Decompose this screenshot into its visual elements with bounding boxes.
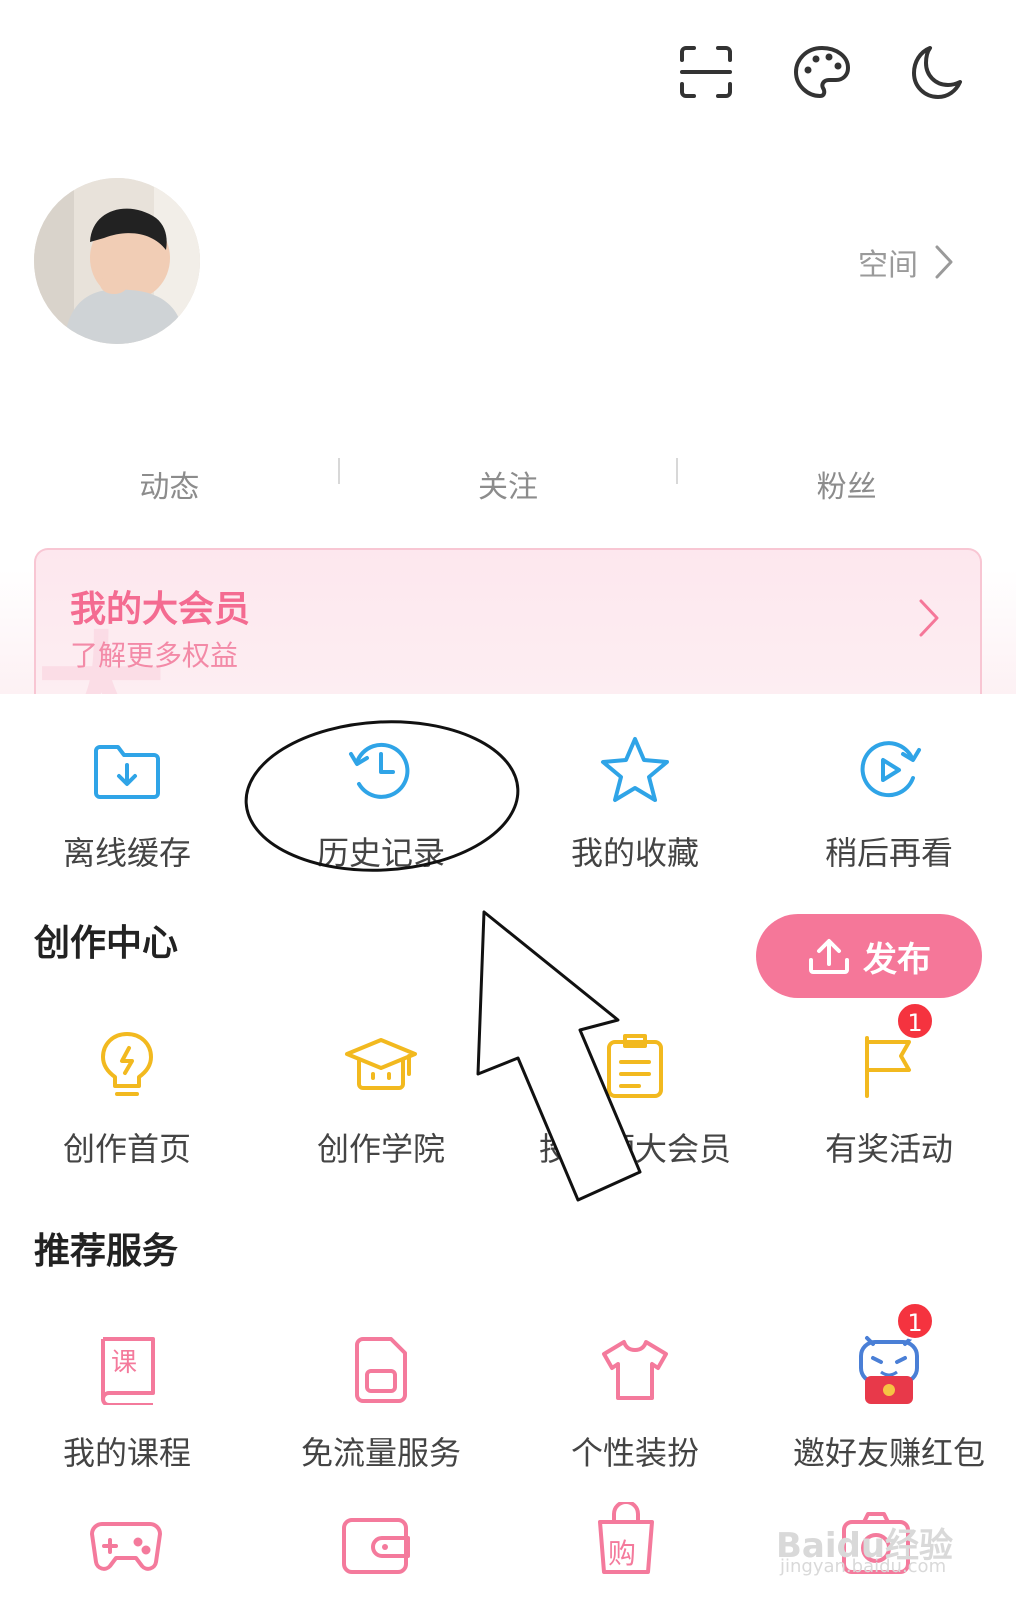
stat-following[interactable]: 关注 [339,458,678,518]
space-label: 空间 [858,248,918,283]
stats-row: 动态 关注 粉丝 [0,458,1016,518]
notification-badge: 1 [896,1002,934,1040]
service-label: 邀好友赚红包 [792,1434,985,1472]
service-free-data[interactable]: 免流量服务 [254,1330,508,1474]
course-glyph: 课 [111,1348,138,1378]
quick-action-label: 我的收藏 [570,834,699,872]
quick-action-label: 稍后再看 [824,834,953,872]
service-label: 免流量服务 [300,1434,461,1472]
vip-title: 我的大会员 [70,589,251,630]
quick-action-label: 离线缓存 [62,834,191,872]
vip-card[interactable]: 大 我的大会员 了解更多权益 [34,548,982,698]
stat-fans[interactable]: 粉丝 [677,458,1016,518]
clipboard-icon [595,1026,675,1106]
avatar[interactable] [34,178,200,344]
service-invite-friends[interactable]: 邀好友赚红包 [762,1330,1016,1474]
scan-icon[interactable] [674,40,738,104]
service-my-courses[interactable]: 课 我的课程 [0,1330,254,1474]
vip-subtitle: 了解更多权益 [70,639,239,672]
history-icon [341,730,421,810]
stat-divider [676,458,678,484]
creation-home[interactable]: 创作首页 [0,1026,254,1170]
watch-later-icon [849,730,929,810]
upload-icon [809,939,849,974]
publish-label: 发布 [863,939,931,980]
space-link[interactable]: 空间 [858,240,954,284]
shopping-bag-icon[interactable]: 购 [592,1500,660,1576]
palette-icon[interactable] [790,40,854,104]
baidu-watermark-url: jingyan.baidu.com [780,1556,947,1577]
publish-button[interactable]: 发布 [756,914,982,998]
service-label: 个性装扮 [570,1434,699,1472]
sim-card-icon [341,1330,421,1410]
moon-icon[interactable] [904,40,968,104]
shopping-glyph: 购 [608,1537,637,1570]
favorite-star-icon [595,730,675,810]
gamepad-icon[interactable] [88,1506,164,1576]
mascot-redpacket-icon [849,1330,929,1410]
stat-dynamics[interactable]: 动态 [0,458,339,518]
creation-label: 投稿领大会员 [538,1130,731,1168]
creation-events[interactable]: 有奖活动 [762,1026,1016,1170]
chevron-right-icon [919,599,939,637]
quick-action-label: 历史记录 [316,834,445,872]
quick-watch-later[interactable]: 稍后再看 [762,730,1016,874]
services-section-title: 推荐服务 [34,1231,179,1272]
creation-label: 创作首页 [62,1130,191,1168]
quick-offline-cache[interactable]: 离线缓存 [0,730,254,874]
quick-favorites[interactable]: 我的收藏 [508,730,762,874]
service-dress-up[interactable]: 个性装扮 [508,1330,762,1474]
creation-submit-vip[interactable]: 投稿领大会员 [508,1026,762,1170]
tshirt-icon [595,1330,675,1410]
stat-divider [338,458,340,484]
stat-label: 动态 [139,470,200,505]
lightbulb-icon [87,1026,167,1106]
offline-cache-icon [87,730,167,810]
course-book-icon: 课 [87,1330,167,1410]
creation-label: 有奖活动 [824,1130,953,1168]
stat-label: 关注 [478,470,538,505]
creation-academy[interactable]: 创作学院 [254,1026,508,1170]
stat-label: 粉丝 [816,470,877,505]
chevron-right-icon [935,245,953,279]
creation-section-title: 创作中心 [34,923,179,964]
service-label: 我的课程 [62,1434,191,1472]
notification-badge: 1 [896,1302,934,1340]
quick-history[interactable]: 历史记录 [254,730,508,874]
academy-cap-icon [341,1026,421,1106]
creation-label: 创作学院 [316,1130,445,1168]
wallet-icon[interactable] [338,1506,414,1576]
